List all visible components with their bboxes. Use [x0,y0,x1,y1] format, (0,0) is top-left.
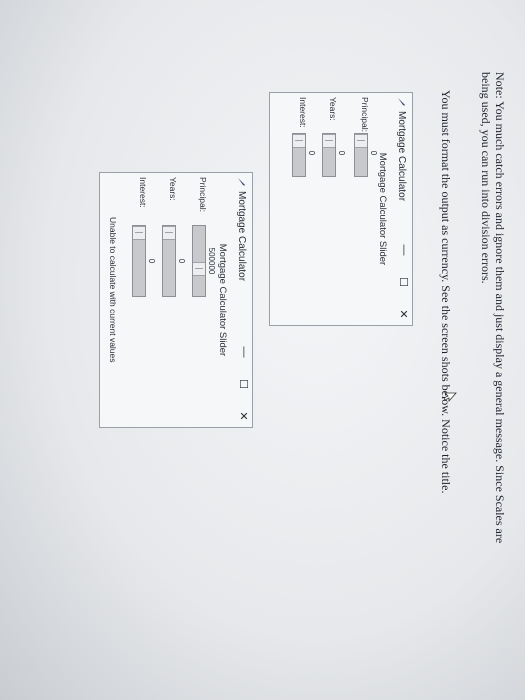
tk-feather-icon [238,178,246,186]
interest-scale[interactable] [292,133,306,177]
interest-value: 0 [147,258,156,264]
note-paragraph: Note: You much catch errors and ignore t… [479,72,507,544]
format-instruction: You must format the output as currency. … [439,90,453,494]
title-bar: Mortgage Calculator — ☐ ✕ [232,173,252,427]
principal-label: Principal: [198,177,208,212]
minimize-button[interactable]: — [237,345,250,359]
principal-value: 500000 [207,247,216,275]
title-bar: Mortgage Calculator — ☐ ✕ [392,93,412,325]
minimize-button[interactable]: — [397,243,410,257]
interest-scale[interactable] [132,225,146,297]
mouse-cursor-icon [443,392,457,402]
interest-label: Interest: [138,177,148,208]
slider-heading: Mortgage Calculator Slider [217,243,228,357]
calculator-window-error: Mortgage Calculator — ☐ ✕ Mortgage Calcu… [99,172,253,428]
principal-scale[interactable] [354,133,368,177]
maximize-button[interactable]: ☐ [397,275,410,289]
years-value: 0 [177,258,186,264]
close-button[interactable]: ✕ [237,409,250,423]
calculator-window-initial: Mortgage Calculator — ☐ ✕ Mortgage Calcu… [269,92,413,326]
interest-value: 0 [307,150,316,156]
assignment-page: Note: You much catch errors and ignore t… [0,0,525,700]
principal-value: 0 [369,150,378,156]
maximize-button[interactable]: ☐ [237,377,250,391]
tk-feather-icon [398,98,406,106]
close-button[interactable]: ✕ [397,307,410,321]
years-scale[interactable] [322,133,336,177]
window-title: Mortgage Calculator [236,191,248,282]
window-title: Mortgage Calculator [396,111,408,202]
years-scale[interactable] [162,225,176,297]
years-label: Years: [168,177,178,201]
years-label: Years: [328,97,338,121]
principal-scale[interactable] [192,225,206,297]
error-message: Unable to calculate with current values [108,217,118,363]
years-value: 0 [337,150,346,156]
slider-heading: Mortgage Calculator Slider [377,152,388,266]
